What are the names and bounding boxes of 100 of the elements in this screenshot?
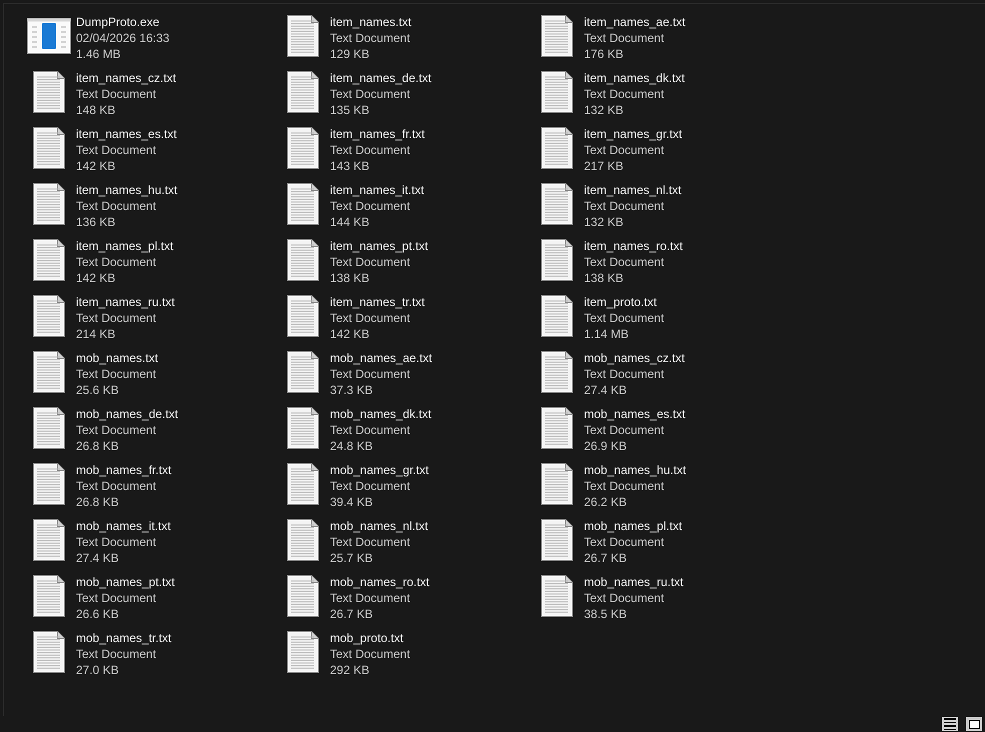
file-detail: Text Document (584, 590, 666, 606)
file-name: mob_names_ae.txt (330, 350, 432, 366)
file-detail: Text Document (584, 142, 666, 158)
file-tile[interactable]: mob_names_de.txt Text Document 26.8 KB (22, 405, 276, 461)
file-tile[interactable]: DumpProto.exe 02/04/2026 16:33 1.46 MB (22, 13, 276, 69)
file-tile[interactable]: item_names_de.txt Text Document 135 KB (276, 69, 530, 125)
file-tile[interactable]: mob_names_dk.txt Text Document 24.8 KB (276, 405, 530, 461)
file-tile[interactable]: item_names_it.txt Text Document 144 KB (276, 181, 530, 237)
file-name: item_names_nl.txt (584, 182, 682, 198)
file-name: mob_names_tr.txt (76, 630, 172, 646)
file-tile[interactable]: item_names_pl.txt Text Document 142 KB (22, 237, 276, 293)
file-name: item_names_pt.txt (330, 238, 428, 254)
file-name: mob_names_dk.txt (330, 406, 432, 422)
file-tile[interactable]: mob_proto.txt Text Document 292 KB (276, 629, 530, 685)
file-size: 26.2 KB (584, 494, 628, 510)
file-size: 135 KB (330, 102, 370, 118)
file-detail: Text Document (330, 590, 412, 606)
file-tile[interactable]: mob_names_hu.txt Text Document 26.2 KB (530, 461, 784, 517)
file-tile[interactable]: mob_names.txt Text Document 25.6 KB (22, 349, 276, 405)
text-file-icon (33, 71, 65, 113)
file-detail: Text Document (330, 254, 412, 270)
text-file-icon (33, 351, 65, 393)
text-file-icon (33, 183, 65, 225)
file-tile[interactable]: item_names_dk.txt Text Document 132 KB (530, 69, 784, 125)
file-detail: Text Document (584, 534, 666, 550)
file-size: 26.9 KB (584, 438, 628, 454)
file-size: 38.5 KB (584, 606, 628, 622)
file-detail: Text Document (330, 30, 412, 46)
file-detail: Text Document (584, 478, 666, 494)
file-tile[interactable]: item_names_ru.txt Text Document 214 KB (22, 293, 276, 349)
text-file-icon (287, 575, 319, 617)
text-file-icon (541, 183, 573, 225)
text-file-icon (287, 239, 319, 281)
file-detail: Text Document (584, 198, 666, 214)
file-tile[interactable]: item_names_gr.txt Text Document 217 KB (530, 125, 784, 181)
file-tile[interactable]: mob_names_nl.txt Text Document 25.7 KB (276, 517, 530, 573)
file-size: 37.3 KB (330, 382, 374, 398)
file-name: mob_names_hu.txt (584, 462, 686, 478)
file-name: mob_names_pt.txt (76, 574, 175, 590)
details-view-button[interactable] (942, 717, 958, 731)
file-name: item_names_it.txt (330, 182, 424, 198)
file-tile[interactable]: mob_names_it.txt Text Document 27.4 KB (22, 517, 276, 573)
file-detail: Text Document (76, 478, 158, 494)
file-name: item_names_ae.txt (584, 14, 686, 30)
file-size: 144 KB (330, 214, 370, 230)
file-tile[interactable]: item_proto.txt Text Document 1.14 MB (530, 293, 784, 349)
text-file-icon (287, 631, 319, 673)
file-size: 24.8 KB (330, 438, 374, 454)
file-name: item_names_es.txt (76, 126, 177, 142)
file-tile[interactable]: mob_names_cz.txt Text Document 27.4 KB (530, 349, 784, 405)
file-name: item_names_gr.txt (584, 126, 682, 142)
text-file-icon (33, 631, 65, 673)
file-tile[interactable]: mob_names_ro.txt Text Document 26.7 KB (276, 573, 530, 629)
file-detail: Text Document (330, 534, 412, 550)
file-detail: Text Document (330, 366, 412, 382)
text-file-icon (33, 463, 65, 505)
file-size: 27.4 KB (584, 382, 628, 398)
file-tile[interactable]: mob_names_pt.txt Text Document 26.6 KB (22, 573, 276, 629)
file-tile[interactable]: item_names_pt.txt Text Document 138 KB (276, 237, 530, 293)
file-size: 292 KB (330, 662, 370, 678)
file-size: 27.0 KB (76, 662, 120, 678)
file-tile[interactable]: mob_names_fr.txt Text Document 26.8 KB (22, 461, 276, 517)
file-tile[interactable]: mob_names_tr.txt Text Document 27.0 KB (22, 629, 276, 685)
file-tile[interactable]: item_names.txt Text Document 129 KB (276, 13, 530, 69)
file-name: mob_proto.txt (330, 630, 404, 646)
file-tile[interactable]: item_names_hu.txt Text Document 136 KB (22, 181, 276, 237)
file-detail: Text Document (76, 142, 158, 158)
file-tile[interactable]: item_names_tr.txt Text Document 142 KB (276, 293, 530, 349)
file-tile[interactable]: mob_names_es.txt Text Document 26.9 KB (530, 405, 784, 461)
file-name: mob_names_gr.txt (330, 462, 429, 478)
file-detail: Text Document (584, 254, 666, 270)
text-file-icon (541, 351, 573, 393)
file-name: mob_names.txt (76, 350, 158, 366)
file-tile[interactable]: item_names_ae.txt Text Document 176 KB (530, 13, 784, 69)
file-size: 26.8 KB (76, 438, 120, 454)
file-size: 136 KB (76, 214, 116, 230)
file-size: 138 KB (584, 270, 624, 286)
file-size: 142 KB (76, 158, 116, 174)
tiles-view-button[interactable] (966, 717, 982, 731)
file-name: mob_names_de.txt (76, 406, 178, 422)
file-tile[interactable]: item_names_es.txt Text Document 142 KB (22, 125, 276, 181)
file-detail: Text Document (584, 310, 664, 326)
file-name: item_names_de.txt (330, 70, 432, 86)
file-size: 148 KB (76, 102, 116, 118)
file-tile[interactable]: mob_names_ru.txt Text Document 38.5 KB (530, 573, 784, 629)
text-file-icon (33, 575, 65, 617)
application-window-icon (27, 18, 71, 54)
file-tile[interactable]: item_names_nl.txt Text Document 132 KB (530, 181, 784, 237)
file-tile[interactable]: item_names_fr.txt Text Document 143 KB (276, 125, 530, 181)
file-size: 129 KB (330, 46, 370, 62)
file-size: 142 KB (76, 270, 116, 286)
file-tile[interactable]: item_names_ro.txt Text Document 138 KB (530, 237, 784, 293)
file-size: 142 KB (330, 326, 370, 342)
file-tile[interactable]: mob_names_pl.txt Text Document 26.7 KB (530, 517, 784, 573)
file-tile[interactable]: mob_names_gr.txt Text Document 39.4 KB (276, 461, 530, 517)
file-tile[interactable]: item_names_cz.txt Text Document 148 KB (22, 69, 276, 125)
text-file-icon (541, 575, 573, 617)
file-detail: Text Document (76, 310, 158, 326)
file-tile[interactable]: mob_names_ae.txt Text Document 37.3 KB (276, 349, 530, 405)
text-file-icon (541, 127, 573, 169)
